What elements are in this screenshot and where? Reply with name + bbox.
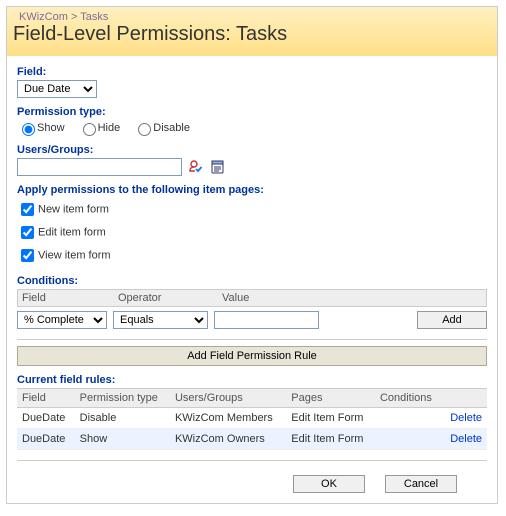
- users-groups-input[interactable]: [17, 158, 182, 176]
- table-row: DueDate Disable KWizCom Members Edit Ite…: [17, 408, 487, 429]
- rules-table: Field Permission type Users/Groups Pages…: [17, 388, 487, 450]
- add-field-permission-rule-button[interactable]: Add Field Permission Rule: [17, 346, 487, 366]
- rules-th-conditions: Conditions: [375, 389, 442, 408]
- cond-header-operator: Operator: [118, 292, 222, 304]
- current-rules-label: Current field rules:: [17, 374, 487, 386]
- cond-header-value: Value: [222, 292, 482, 304]
- cancel-button[interactable]: Cancel: [385, 475, 457, 493]
- rules-th-field: Field: [17, 389, 75, 408]
- check-edit-item-form[interactable]: Edit item form: [17, 221, 487, 244]
- permission-type-label: Permission type:: [17, 106, 487, 118]
- rules-th-permission-type: Permission type: [75, 389, 170, 408]
- separator: [17, 339, 487, 340]
- radio-disable[interactable]: Disable: [133, 122, 190, 134]
- rules-th-users-groups: Users/Groups: [170, 389, 286, 408]
- item-pages-list: New item form Edit item form View item f…: [17, 198, 487, 267]
- page-title: Field-Level Permissions: Tasks: [13, 23, 491, 46]
- delete-link[interactable]: Delete: [450, 412, 482, 424]
- ok-button[interactable]: OK: [293, 475, 365, 493]
- permission-type-radios: Show Hide Disable: [17, 120, 487, 136]
- add-condition-button[interactable]: Add: [417, 311, 487, 329]
- conditions-label: Conditions:: [17, 275, 487, 287]
- field-select[interactable]: Due Date: [17, 80, 97, 98]
- check-names-icon[interactable]: [188, 159, 204, 175]
- delete-link[interactable]: Delete: [450, 433, 482, 445]
- separator: [17, 460, 487, 461]
- check-view-item-form[interactable]: View item form: [17, 244, 487, 267]
- cond-field-select[interactable]: % Complete: [17, 311, 107, 329]
- address-book-icon[interactable]: [210, 159, 226, 175]
- cond-header-field: Field: [22, 292, 118, 304]
- cond-value-input[interactable]: [214, 311, 319, 329]
- field-label: Field:: [17, 66, 487, 78]
- rules-th-pages: Pages: [286, 389, 375, 408]
- apply-pages-label: Apply permissions to the following item …: [17, 184, 487, 196]
- check-new-item-form[interactable]: New item form: [17, 198, 487, 221]
- radio-hide[interactable]: Hide: [78, 122, 121, 134]
- cond-operator-select[interactable]: Equals: [113, 311, 208, 329]
- table-row: DueDate Show KWizCom Owners Edit Item Fo…: [17, 429, 487, 450]
- breadcrumb[interactable]: KWizCom > Tasks: [13, 9, 491, 23]
- radio-show[interactable]: Show: [17, 122, 65, 134]
- conditions-header: Field Operator Value: [17, 289, 487, 307]
- users-groups-label: Users/Groups:: [17, 144, 487, 156]
